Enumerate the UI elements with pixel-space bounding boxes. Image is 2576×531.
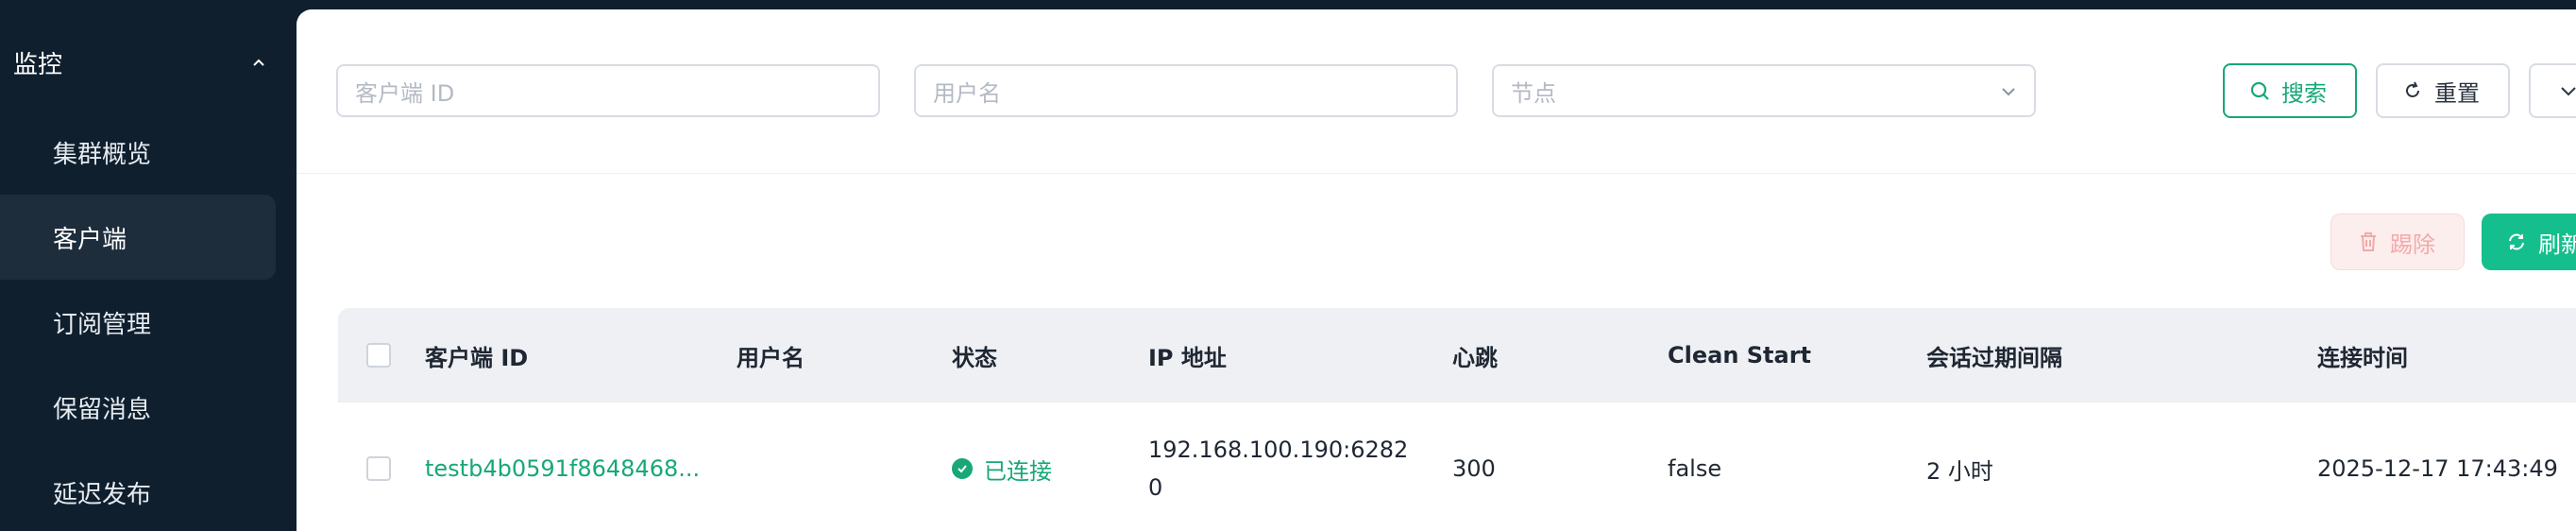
status-text: 已连接 <box>984 457 1052 485</box>
column-header-ip[interactable]: IP 地址 <box>1148 308 1227 403</box>
username-input[interactable]: 用户名 <box>914 64 1458 117</box>
row-select-cell <box>366 403 391 531</box>
table-row: testb4b0591f8648468... 已连接 192.168.100.1… <box>338 403 2576 531</box>
check-circle-icon <box>952 458 973 479</box>
refresh-icon <box>2509 233 2524 250</box>
username-placeholder: 用户名 <box>933 79 1001 107</box>
column-header-client-id[interactable]: 客户端 ID <box>425 308 528 403</box>
client-id-placeholder: 客户端 ID <box>355 79 455 107</box>
main-panel: 客户端 ID 用户名 节点 搜索 重置 踢除 刷新 客户端 ID 用户名 状态 … <box>297 9 2576 531</box>
column-header-session-expiry[interactable]: 会话过期间隔 <box>1926 308 2062 403</box>
node-placeholder: 节点 <box>1511 79 1556 107</box>
column-header-connected-at[interactable]: 连接时间 <box>2317 308 2408 403</box>
sidebar-item-clients[interactable]: 客户端 <box>0 195 276 280</box>
chevron-up-icon <box>253 59 264 66</box>
sidebar-item-delayed-publish[interactable]: 延迟发布 <box>0 450 276 531</box>
select-all-checkbox[interactable] <box>366 343 391 368</box>
table-header: 客户端 ID 用户名 状态 IP 地址 心跳 Clean Start 会话过期间… <box>338 308 2576 403</box>
row-checkbox[interactable] <box>366 456 391 481</box>
clean-start-cell: false <box>1668 455 1722 482</box>
keepalive-cell: 300 <box>1452 455 1496 482</box>
client-id-link[interactable]: testb4b0591f8648468... <box>425 403 700 531</box>
sidebar-item-label: 客户端 <box>53 225 127 254</box>
search-button-label: 搜索 <box>2281 79 2327 107</box>
client-id-input[interactable]: 客户端 ID <box>336 64 880 117</box>
select-all-cell <box>366 308 391 403</box>
sidebar-item-cluster-overview[interactable]: 集群概览 <box>0 110 276 195</box>
ip-cell: 192.168.100.190:6282 0 <box>1148 403 1432 531</box>
sidebar-item-subscriptions[interactable]: 订阅管理 <box>0 280 276 365</box>
chevron-down-icon <box>2561 87 2576 96</box>
sidebar-item-retained-messages[interactable]: 保留消息 <box>0 365 276 450</box>
reset-button[interactable]: 重置 <box>2376 63 2510 118</box>
column-header-clean-start[interactable]: Clean Start <box>1668 308 1811 403</box>
reset-icon <box>2406 81 2419 97</box>
search-button[interactable]: 搜索 <box>2223 63 2357 118</box>
connected-at-cell: 2025-12-17 17:43:49 <box>2317 455 2558 482</box>
ip-line-2: 0 <box>1148 474 1163 501</box>
sidebar-item-label: 保留消息 <box>53 395 152 424</box>
kick-button[interactable]: 踢除 <box>2330 214 2465 270</box>
search-icon <box>2250 81 2269 100</box>
sidebar-section-monitor[interactable]: 监控 <box>0 34 297 91</box>
sidebar-item-label: 延迟发布 <box>53 480 152 509</box>
session-expiry-cell: 2 小时 <box>1926 457 1993 485</box>
expand-filters-button[interactable] <box>2529 63 2576 118</box>
node-select[interactable]: 节点 <box>1492 64 2036 117</box>
sidebar-item-label: 集群概览 <box>53 140 152 169</box>
kick-button-label: 踢除 <box>2390 231 2435 258</box>
column-header-status[interactable]: 状态 <box>952 308 997 403</box>
sidebar-section-label: 监控 <box>13 50 63 79</box>
sidebar: 监控 集群概览 客户端 订阅管理 保留消息 延迟发布 <box>0 0 297 531</box>
ip-line-1: 192.168.100.190:6282 <box>1148 437 1409 463</box>
refresh-button-label: 刷新 <box>2538 231 2576 258</box>
filter-bar: 客户端 ID 用户名 节点 搜索 重置 <box>297 9 2576 174</box>
refresh-button[interactable]: 刷新 <box>2482 214 2576 270</box>
status-badge: 已连接 <box>952 403 1052 531</box>
chevron-down-icon <box>2002 88 2015 96</box>
reset-button-label: 重置 <box>2434 79 2480 107</box>
column-header-username[interactable]: 用户名 <box>737 308 805 403</box>
trash-icon <box>2361 232 2376 251</box>
column-header-keepalive[interactable]: 心跳 <box>1452 308 1498 403</box>
sidebar-item-label: 订阅管理 <box>53 310 152 339</box>
